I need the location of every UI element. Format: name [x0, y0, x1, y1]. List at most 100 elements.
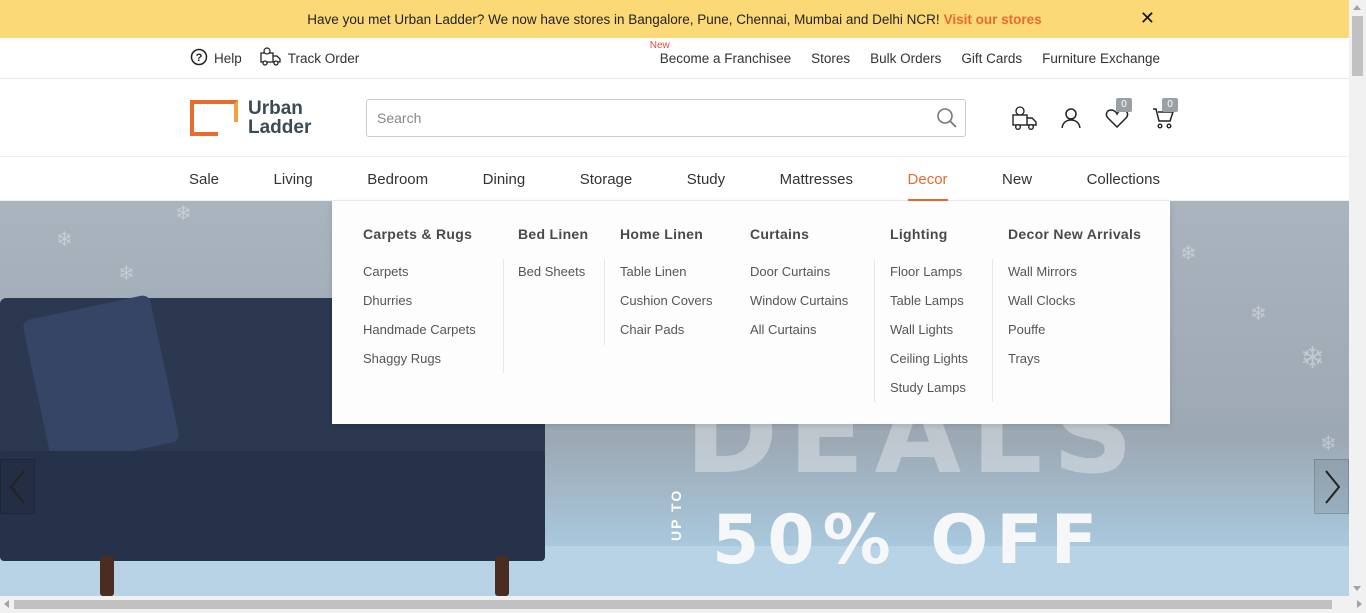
- menu-link[interactable]: Window Curtains: [750, 288, 848, 317]
- cart-count-badge: 0: [1162, 98, 1178, 112]
- sofa-seat: [0, 451, 545, 561]
- new-tag: New: [649, 39, 670, 51]
- menu-link[interactable]: Wall Clocks: [1008, 288, 1077, 317]
- nav-sale[interactable]: Sale: [189, 157, 219, 201]
- logo-line-2: Ladder: [248, 117, 312, 138]
- menu-link[interactable]: Cushion Covers: [620, 288, 713, 317]
- menu-column-title[interactable]: Lighting: [890, 226, 948, 242]
- chevron-left-icon: [9, 469, 25, 504]
- track-order-label: Track Order: [287, 50, 360, 66]
- menu-link[interactable]: Table Lamps: [890, 288, 968, 317]
- wishlist-heart-icon[interactable]: 0: [1102, 98, 1132, 133]
- menu-link[interactable]: Shaggy Rugs: [363, 346, 476, 375]
- scroll-down-icon[interactable]: [1353, 586, 1361, 591]
- scroll-up-icon[interactable]: [1353, 5, 1361, 10]
- help-link[interactable]: ? Help: [190, 48, 242, 69]
- become-franchisee-link[interactable]: New Become a Franchisee: [650, 40, 792, 66]
- bulk-orders-link[interactable]: Bulk Orders: [870, 51, 941, 66]
- snowflake-icon: ❄: [118, 263, 135, 285]
- scrollbar-thumb[interactable]: [1352, 16, 1363, 76]
- become-franchisee-label: Become a Franchisee: [659, 50, 792, 66]
- store-delivery-icon[interactable]: [1010, 103, 1040, 133]
- nav-living[interactable]: Living: [274, 157, 313, 201]
- menu-link[interactable]: Wall Lights: [890, 317, 968, 346]
- menu-link[interactable]: Floor Lamps: [890, 259, 968, 288]
- menu-link[interactable]: Trays: [1008, 346, 1077, 375]
- track-order-link[interactable]: Track Order: [260, 46, 360, 70]
- cart-icon[interactable]: 0: [1148, 98, 1178, 133]
- menu-column-title[interactable]: Curtains: [750, 226, 809, 242]
- chevron-right-icon: [1324, 469, 1340, 504]
- menu-column-title[interactable]: Home Linen: [620, 226, 703, 242]
- urban-ladder-logo[interactable]: Urban Ladder: [190, 98, 325, 138]
- menu-link[interactable]: Bed Sheets: [518, 259, 585, 288]
- search-icon[interactable]: [929, 100, 965, 136]
- stores-link[interactable]: Stores: [811, 51, 850, 66]
- menu-divider: [604, 259, 605, 345]
- menu-column-title[interactable]: Bed Linen: [518, 226, 588, 242]
- decor-mega-menu: Carpets & Rugs Carpets Dhurries Handmade…: [332, 201, 1170, 424]
- vertical-scrollbar[interactable]: [1349, 0, 1366, 596]
- search-bar: [366, 99, 966, 137]
- announcement-bar: Have you met Urban Ladder? We now have s…: [0, 0, 1349, 38]
- help-label: Help: [214, 50, 242, 66]
- close-icon[interactable]: ✕: [1140, 9, 1155, 27]
- menu-link[interactable]: Wall Mirrors: [1008, 259, 1077, 288]
- carousel-prev-button[interactable]: [0, 459, 35, 514]
- nav-dining[interactable]: Dining: [483, 157, 526, 201]
- furniture-exchange-link[interactable]: Furniture Exchange: [1042, 51, 1160, 66]
- nav-storage[interactable]: Storage: [580, 157, 633, 201]
- scroll-right-icon[interactable]: [1357, 600, 1362, 608]
- snowflake-icon: ❄: [175, 203, 192, 225]
- logo-mark: [190, 100, 238, 136]
- menu-divider: [874, 259, 875, 402]
- nav-study[interactable]: Study: [687, 157, 725, 201]
- nav-new[interactable]: New: [1002, 157, 1032, 201]
- sofa-leg: [100, 556, 114, 596]
- snowflake-icon: ❄: [1250, 303, 1267, 325]
- nav-mattresses[interactable]: Mattresses: [780, 157, 853, 201]
- scrollbar-thumb[interactable]: [14, 600, 1332, 609]
- snowflake-icon: ❄: [1180, 243, 1197, 265]
- announcement-text: Have you met Urban Ladder? We now have s…: [307, 11, 940, 27]
- logo-line-1: Urban: [248, 98, 303, 119]
- snowflake-icon: ❄: [56, 229, 73, 251]
- search-input[interactable]: [367, 100, 929, 136]
- scroll-left-icon[interactable]: [4, 600, 9, 608]
- user-icon[interactable]: [1056, 103, 1086, 133]
- menu-link[interactable]: Dhurries: [363, 288, 476, 317]
- menu-link[interactable]: All Curtains: [750, 317, 848, 346]
- visit-stores-link[interactable]: Visit our stores: [944, 12, 1042, 27]
- menu-link[interactable]: Door Curtains: [750, 259, 848, 288]
- sofa-leg: [495, 556, 509, 596]
- help-icon: ?: [190, 48, 208, 69]
- nav-collections[interactable]: Collections: [1087, 157, 1160, 201]
- site-header: Urban Ladder 0 0: [0, 79, 1349, 157]
- menu-link[interactable]: Handmade Carpets: [363, 317, 476, 346]
- delivery-truck-icon: [260, 46, 282, 70]
- menu-divider: [503, 259, 504, 373]
- menu-link[interactable]: Ceiling Lights: [890, 346, 968, 375]
- gift-cards-link[interactable]: Gift Cards: [961, 51, 1022, 66]
- menu-link[interactable]: Carpets: [363, 259, 476, 288]
- logo-text: Urban Ladder: [248, 99, 311, 137]
- menu-link[interactable]: Pouffe: [1008, 317, 1077, 346]
- menu-link[interactable]: Study Lamps: [890, 375, 968, 404]
- snowflake-icon: ❄: [1300, 342, 1326, 375]
- utility-bar: ? Help Track Order New Become a Franchis…: [0, 38, 1349, 79]
- hero-upto: UP TO: [668, 488, 684, 541]
- snowflake-icon: ❄: [1320, 433, 1337, 455]
- menu-column-title[interactable]: Carpets & Rugs: [363, 226, 472, 242]
- svg-text:?: ?: [196, 52, 203, 64]
- main-navigation: Sale Living Bedroom Dining Storage Study…: [0, 157, 1349, 201]
- horizontal-scrollbar[interactable]: [0, 596, 1366, 613]
- nav-bedroom[interactable]: Bedroom: [367, 157, 428, 201]
- hero-offer: 50% OFF: [712, 501, 1106, 580]
- menu-divider: [992, 259, 993, 402]
- menu-link[interactable]: Table Linen: [620, 259, 713, 288]
- carousel-next-button[interactable]: [1314, 459, 1349, 514]
- nav-decor[interactable]: Decor: [907, 157, 948, 201]
- menu-column-title[interactable]: Decor New Arrivals: [1008, 226, 1141, 242]
- wishlist-count-badge: 0: [1116, 98, 1132, 112]
- menu-link[interactable]: Chair Pads: [620, 317, 713, 346]
